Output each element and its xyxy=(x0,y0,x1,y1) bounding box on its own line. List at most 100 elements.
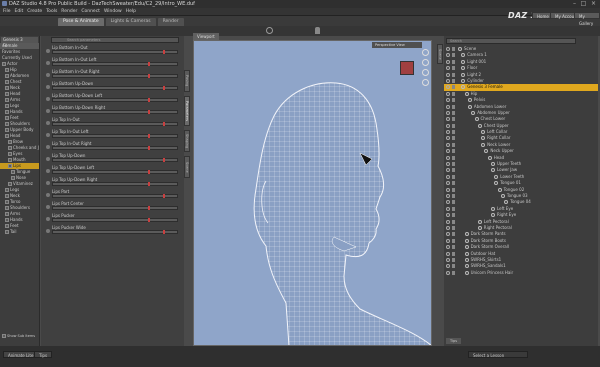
slider-knob[interactable] xyxy=(163,50,165,54)
slider-track[interactable] xyxy=(52,50,178,54)
lock-icon[interactable] xyxy=(452,225,455,230)
tree-item[interactable]: Tail xyxy=(0,229,39,235)
gear-icon[interactable] xyxy=(46,73,50,77)
slider-track[interactable] xyxy=(52,230,178,234)
menu-edit[interactable]: Edit xyxy=(15,9,24,14)
visibility-icon[interactable] xyxy=(446,251,450,256)
visibility-icon[interactable] xyxy=(446,149,450,154)
slider-track[interactable] xyxy=(52,98,178,102)
slider-track[interactable] xyxy=(52,122,178,126)
show-sub-items-checkbox[interactable]: Show Sub Items xyxy=(2,334,35,338)
rotate-icon[interactable] xyxy=(422,59,429,66)
visibility-icon[interactable] xyxy=(446,142,450,147)
3d-viewport[interactable] xyxy=(193,40,432,346)
param-slider[interactable]: Lip Bottom In-Out xyxy=(43,45,182,57)
lock-icon[interactable] xyxy=(452,238,455,243)
lock-icon[interactable] xyxy=(452,264,455,269)
menu-help[interactable]: Help xyxy=(126,9,136,14)
visibility-icon[interactable] xyxy=(446,225,450,230)
camera-dropdown[interactable]: Perspective View xyxy=(372,42,422,48)
visibility-icon[interactable] xyxy=(446,123,450,128)
gear-icon[interactable] xyxy=(46,181,50,185)
scene-node[interactable]: Unicorn Princess Hair xyxy=(444,270,598,276)
lock-icon[interactable] xyxy=(452,136,455,141)
visibility-icon[interactable] xyxy=(446,78,450,83)
lock-icon[interactable] xyxy=(452,206,455,211)
param-slider[interactable]: Lip Top Up-Down Right xyxy=(43,177,182,189)
gear-icon[interactable] xyxy=(46,121,50,125)
tab-parameters[interactable]: Parameters xyxy=(184,96,190,126)
slider-track[interactable] xyxy=(52,218,178,222)
slider-knob[interactable] xyxy=(163,122,165,126)
param-slider[interactable]: Lip Bottom Up-Down Right xyxy=(43,105,182,117)
slider-knob[interactable] xyxy=(163,158,165,162)
visibility-icon[interactable] xyxy=(446,187,450,192)
gear-icon[interactable] xyxy=(46,169,50,173)
slider-track[interactable] xyxy=(52,86,178,90)
slider-track[interactable] xyxy=(52,158,178,162)
visibility-icon[interactable] xyxy=(446,174,450,179)
lock-icon[interactable] xyxy=(452,72,455,77)
tab-posing[interactable]: Posing xyxy=(184,70,190,92)
gear-icon[interactable] xyxy=(46,49,50,53)
lock-icon[interactable] xyxy=(452,59,455,64)
tab-shaping[interactable]: Shaping xyxy=(184,130,190,152)
visibility-icon[interactable] xyxy=(446,270,450,275)
my-gallery-button[interactable]: My Gallery xyxy=(574,12,600,26)
slider-track[interactable] xyxy=(52,110,178,114)
lock-icon[interactable] xyxy=(452,78,455,83)
visibility-icon[interactable] xyxy=(446,136,450,141)
universal-tool-icon[interactable] xyxy=(266,27,273,34)
gear-icon[interactable] xyxy=(46,133,50,137)
scene-search-input[interactable]: Search xyxy=(446,38,576,44)
param-slider[interactable]: Lip Top Up-Down Left xyxy=(43,165,182,177)
lock-icon[interactable] xyxy=(452,149,455,154)
lock-icon[interactable] xyxy=(452,123,455,128)
slider-knob[interactable] xyxy=(163,86,165,90)
lock-icon[interactable] xyxy=(452,47,455,51)
tab-scene-side[interactable]: Scene xyxy=(184,156,190,178)
slider-knob[interactable] xyxy=(148,218,150,222)
lock-icon[interactable] xyxy=(452,155,455,160)
visibility-icon[interactable] xyxy=(446,98,450,103)
visibility-icon[interactable] xyxy=(446,206,450,211)
tab-lights-cameras[interactable]: Lights & Cameras xyxy=(105,18,156,26)
lock-icon[interactable] xyxy=(452,219,455,224)
gear-icon[interactable] xyxy=(46,217,50,221)
lock-icon[interactable] xyxy=(452,66,455,71)
gear-icon[interactable] xyxy=(46,85,50,89)
visibility-icon[interactable] xyxy=(446,85,450,90)
param-slider[interactable]: Lip Bottom In-Out Left xyxy=(43,57,182,69)
visibility-icon[interactable] xyxy=(446,53,450,58)
gear-icon[interactable] xyxy=(46,157,50,161)
close-button[interactable]: × xyxy=(590,1,597,7)
lock-icon[interactable] xyxy=(452,91,455,96)
figure-tool-icon[interactable] xyxy=(315,27,320,34)
slider-track[interactable] xyxy=(52,194,178,198)
visibility-icon[interactable] xyxy=(446,72,450,77)
visibility-icon[interactable] xyxy=(446,91,450,96)
param-slider[interactable]: Lip Top In-Out xyxy=(43,117,182,129)
param-search-input[interactable]: Search parameters xyxy=(51,37,179,43)
slider-track[interactable] xyxy=(52,62,178,66)
visibility-icon[interactable] xyxy=(446,257,450,262)
slider-knob[interactable] xyxy=(148,134,150,138)
menu-file[interactable]: File xyxy=(3,9,11,14)
menu-render[interactable]: Render xyxy=(61,9,77,14)
gear-icon[interactable] xyxy=(46,109,50,113)
tab-pose-animate[interactable]: Pose & Animate xyxy=(58,18,104,26)
menu-create[interactable]: Create xyxy=(27,9,42,14)
slider-knob[interactable] xyxy=(148,146,150,150)
gear-icon[interactable] xyxy=(46,205,50,209)
menu-connect[interactable]: Connect xyxy=(81,9,100,14)
lock-icon[interactable] xyxy=(452,257,455,262)
lock-icon[interactable] xyxy=(452,174,455,179)
visibility-icon[interactable] xyxy=(446,155,450,160)
visibility-icon[interactable] xyxy=(446,213,450,218)
visibility-icon[interactable] xyxy=(446,162,450,167)
visibility-icon[interactable] xyxy=(446,168,450,173)
param-slider[interactable]: Lip Bottom Up-Down Left xyxy=(43,93,182,105)
param-slider[interactable]: Lips Part Center xyxy=(43,201,182,213)
scene-tips-tab[interactable]: Tips xyxy=(446,338,462,344)
slider-knob[interactable] xyxy=(148,74,150,78)
